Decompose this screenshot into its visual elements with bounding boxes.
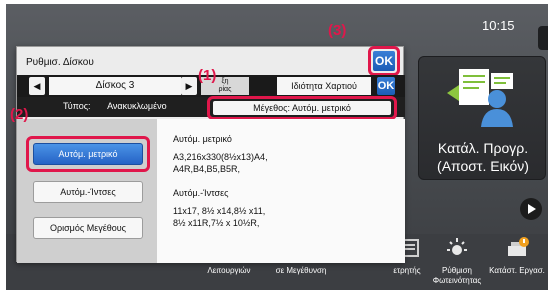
prev-tray-button[interactable]: ◀ — [29, 77, 45, 95]
inch-sizes-line1: 11x17, 8½ x14,8½ x11, — [173, 206, 266, 216]
size-detail-panel: Αυτόμ. μετρικό A3,216x330(8½x13)A4, A4R,… — [157, 119, 405, 263]
callout-label-3: (3) — [328, 22, 347, 39]
paper-property-button[interactable]: Ιδιότητα Χαρτιού — [277, 77, 371, 95]
send-image-icon — [447, 69, 513, 127]
chevron-left-icon: ◀ — [33, 81, 41, 91]
paper-property-ok-button[interactable]: OK — [377, 77, 395, 95]
callout-label-1: (1) — [198, 67, 217, 84]
touch-screen: 10:15 Κατάλ. Προγρ. (Αποστ. Εικόν) Λειτο… — [6, 4, 548, 290]
dialog-title: Ρυθμισ. Δίσκου — [26, 57, 94, 68]
clock: 10:15 — [482, 18, 515, 33]
metric-sizes-line2: A4R,B4,B5,B5R, — [173, 164, 241, 174]
brightness-icon — [447, 238, 467, 255]
size-mode-list: Αυτόμ. μετρικό Αυτόμ.-Ίντσες Ορισμός Μεγ… — [17, 119, 157, 263]
callout-highlight-2 — [26, 136, 150, 172]
bottom-item-label: σε Μεγέθυνση — [275, 266, 327, 275]
tile-label: Κατάλ. Προγρ. (Αποστ. Εικόν) — [419, 139, 547, 175]
scan-to-address-book-tile[interactable]: Κατάλ. Προγρ. (Αποστ. Εικόν) — [418, 56, 546, 180]
inch-title: Αυτόμ.-Ίντσες — [173, 188, 229, 198]
tile-label-line1: Κατάλ. Προγρ. — [437, 140, 529, 156]
callout-highlight-3 — [368, 46, 400, 76]
size-mode-custom[interactable]: Ορισμός Μεγέθους — [33, 217, 143, 239]
callout-highlight-1 — [207, 96, 397, 120]
bottom-item-label: Κατάστ. Εργασ. — [489, 266, 545, 275]
paper-type: Τύπος: Ανακυκλωμένο — [63, 101, 167, 111]
tray-name: Δίσκος 3 — [49, 77, 181, 95]
next-tray-button[interactable]: ▶ — [181, 77, 197, 95]
bottom-item-job-status[interactable]: Κατάστ. Εργασ. — [482, 236, 548, 288]
tray-tab-partial-line2: ρίας — [218, 86, 232, 93]
size-mode-auto-inch[interactable]: Αυτόμ.-Ίντσες — [33, 181, 143, 203]
tile-label-line2: (Αποστ. Εικόν) — [437, 158, 529, 174]
chevron-right-icon: ▶ — [185, 81, 193, 91]
paper-type-value: Ανακυκλωμένο — [107, 101, 167, 111]
callout-label-2: (2) — [10, 106, 29, 123]
metric-sizes-line1: A3,216x330(8½x13)A4, — [173, 152, 268, 162]
job-status-icon — [508, 237, 529, 256]
next-page-button[interactable] — [520, 198, 542, 220]
paper-type-label: Τύπος: — [63, 101, 91, 111]
bottom-item-label: Λειτουργιών — [207, 266, 251, 275]
inch-sizes-line2: 8½ x11R,7½ x 10½R, — [173, 218, 260, 228]
metric-title: Αυτόμ. μετρικό — [173, 134, 232, 144]
side-panel-handle[interactable] — [538, 26, 548, 50]
